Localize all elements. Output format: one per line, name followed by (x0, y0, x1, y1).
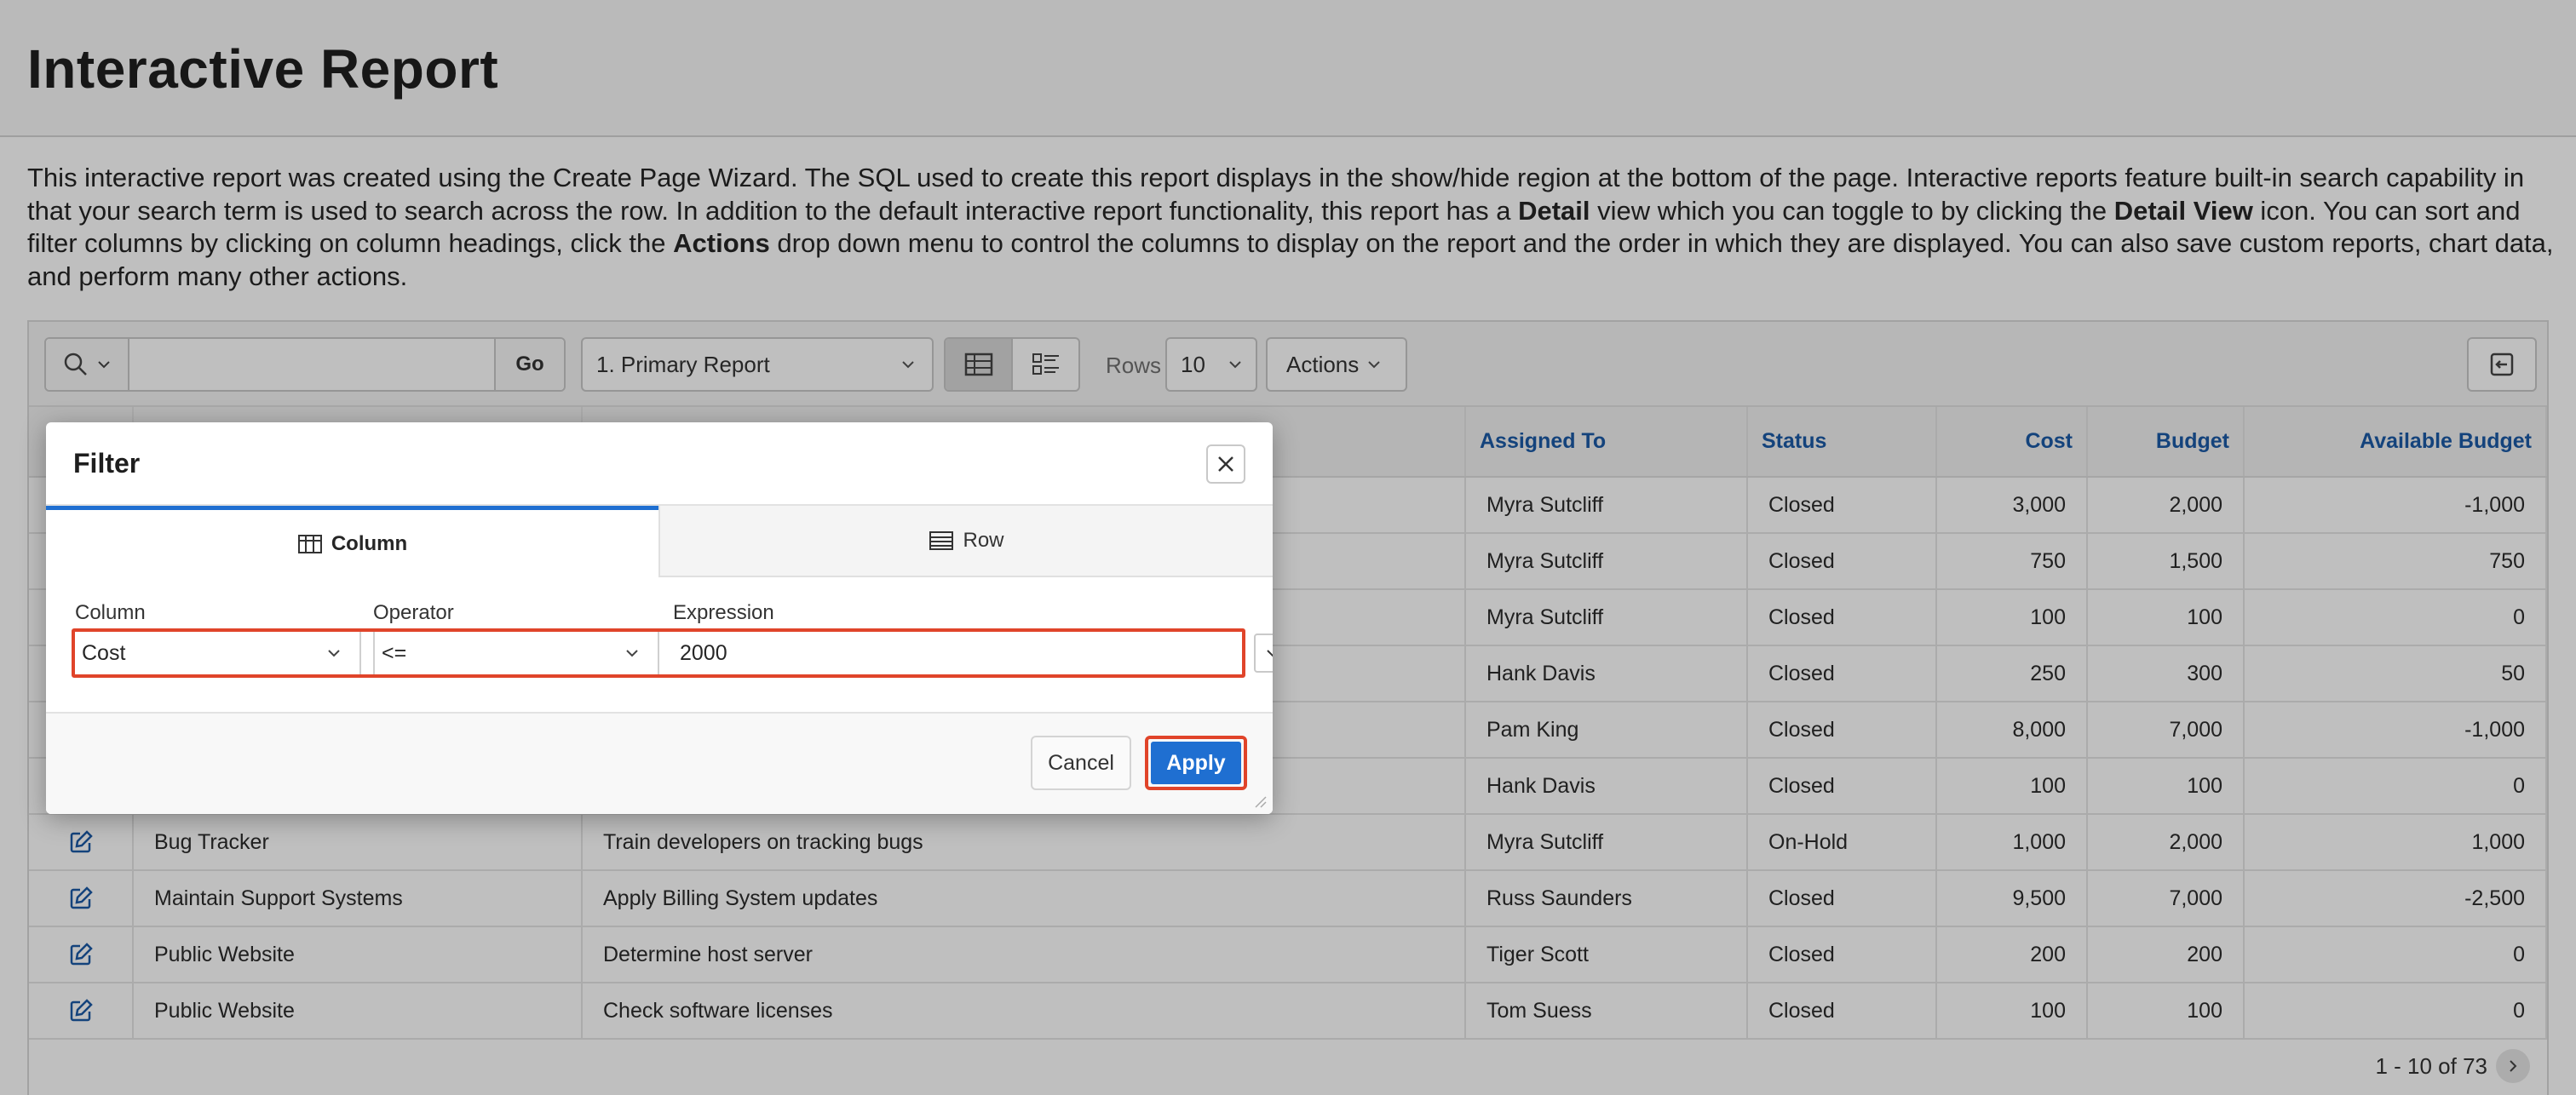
column-icon (297, 534, 322, 553)
column-label: Column (75, 601, 146, 624)
cancel-button[interactable]: Cancel (1031, 736, 1131, 790)
tab-column-label: Column (331, 531, 408, 555)
operator-select[interactable]: <= (373, 632, 659, 674)
page: Interactive Report This interactive repo… (0, 0, 2576, 1095)
expression-input[interactable]: 2000 (673, 632, 1235, 674)
operator-select-value: <= (382, 640, 407, 665)
dialog-title: Filter (73, 448, 141, 479)
apply-button-highlight: Apply (1145, 736, 1247, 790)
column-select-value: Cost (82, 640, 126, 665)
chevron-down-icon (626, 650, 638, 657)
chevron-down-icon (328, 650, 340, 657)
dialog-footer: Cancel Apply (46, 714, 1273, 814)
resize-grip-icon[interactable] (1252, 794, 1268, 809)
filter-form: Column Operator Expression Cost <= 2000 (46, 577, 1273, 714)
apply-button[interactable]: Apply (1151, 742, 1241, 784)
close-button[interactable] (1206, 444, 1245, 484)
close-icon (1218, 456, 1233, 472)
filter-dialog: Filter Column Row Column Operator Expres… (46, 422, 1273, 814)
tab-row-label: Row (963, 529, 1004, 552)
chevron-down-icon (1267, 650, 1273, 657)
tab-row[interactable]: Row (658, 506, 1273, 577)
row-icon (929, 531, 954, 550)
filter-type-tabs: Column Row (46, 506, 1273, 577)
tab-column[interactable]: Column (46, 506, 658, 577)
operator-label: Operator (373, 601, 454, 624)
expression-label: Expression (673, 601, 774, 624)
expression-options-button[interactable] (1254, 633, 1273, 673)
column-select[interactable]: Cost (75, 632, 361, 674)
dialog-header: Filter (46, 422, 1273, 506)
